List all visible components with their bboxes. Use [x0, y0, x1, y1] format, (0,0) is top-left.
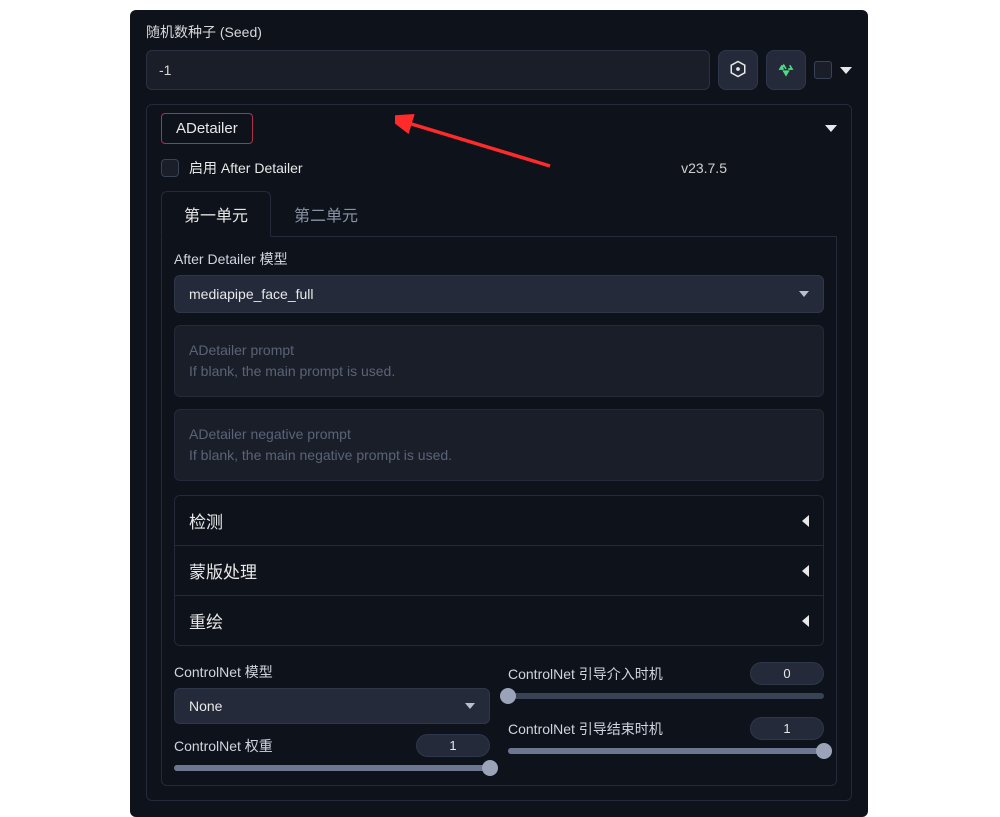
- accordion-detection-label: 检测: [189, 508, 223, 533]
- ad-prompt-placeholder: ADetailer prompt: [189, 340, 809, 361]
- seed-label: 随机数种子 (Seed): [146, 22, 852, 42]
- extra-seed-checkbox[interactable]: [814, 61, 832, 79]
- chevron-left-icon: [802, 615, 809, 627]
- cn-weight-value[interactable]: 1: [416, 734, 490, 757]
- chevron-down-icon: [799, 291, 809, 297]
- dice-icon: [729, 60, 747, 81]
- ad-neg-prompt-placeholder-sub: If blank, the main negative prompt is us…: [189, 445, 809, 466]
- randomize-seed-button[interactable]: [718, 50, 758, 90]
- enable-adetailer-label: 启用 After Detailer: [189, 158, 303, 178]
- cn-gstart-value[interactable]: 0: [750, 662, 824, 685]
- ad-model-value: mediapipe_face_full: [189, 286, 314, 302]
- adetailer-tag[interactable]: ADetailer: [161, 113, 253, 144]
- reuse-seed-button[interactable]: [766, 50, 806, 90]
- adetailer-panel: ADetailer 启用 After Detailer v23.7.5 第一单元…: [146, 104, 852, 801]
- cn-gstart-label: ControlNet 引导介入时机: [508, 664, 663, 684]
- tab-unit-1[interactable]: 第一单元: [161, 191, 271, 237]
- ad-neg-prompt-placeholder: ADetailer negative prompt: [189, 424, 809, 445]
- recycle-icon: [777, 60, 795, 81]
- accordion-mask-label: 蒙版处理: [189, 558, 257, 583]
- ad-prompt-placeholder-sub: If blank, the main prompt is used.: [189, 361, 809, 382]
- cn-model-value: None: [189, 698, 222, 714]
- ad-model-label: After Detailer 模型: [174, 249, 824, 269]
- adetailer-tabs: 第一单元 第二单元: [161, 190, 837, 237]
- seed-input[interactable]: [146, 50, 710, 90]
- cn-model-label: ControlNet 模型: [174, 662, 490, 682]
- chevron-left-icon: [802, 515, 809, 527]
- cn-gend-slider[interactable]: [508, 748, 824, 754]
- cn-gend-value[interactable]: 1: [750, 717, 824, 740]
- tab-unit-2[interactable]: 第二单元: [271, 191, 381, 237]
- adetailer-version: v23.7.5: [681, 160, 727, 176]
- cn-gstart-slider[interactable]: [508, 693, 824, 699]
- chevron-left-icon: [802, 565, 809, 577]
- ad-prompt-input[interactable]: ADetailer prompt If blank, the main prom…: [174, 325, 824, 397]
- ad-model-select[interactable]: mediapipe_face_full: [174, 275, 824, 313]
- panel-collapse-icon[interactable]: [825, 125, 837, 132]
- chevron-down-icon: [465, 703, 475, 709]
- accordion-detection[interactable]: 检测: [175, 496, 823, 546]
- cn-weight-slider[interactable]: [174, 765, 490, 771]
- cn-model-select[interactable]: None: [174, 688, 490, 724]
- cn-gend-label: ControlNet 引导结束时机: [508, 719, 663, 739]
- enable-adetailer-checkbox[interactable]: [161, 159, 179, 177]
- accordion-inpaint-label: 重绘: [189, 608, 223, 633]
- accordion-mask[interactable]: 蒙版处理: [175, 546, 823, 596]
- cn-weight-label: ControlNet 权重: [174, 736, 273, 756]
- ad-neg-prompt-input[interactable]: ADetailer negative prompt If blank, the …: [174, 409, 824, 481]
- accordion-inpaint[interactable]: 重绘: [175, 596, 823, 645]
- chevron-down-icon[interactable]: [840, 67, 852, 74]
